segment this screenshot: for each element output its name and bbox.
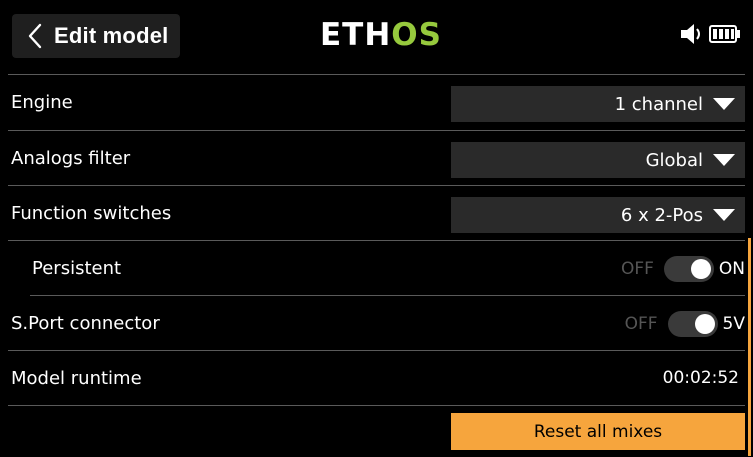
caret-down-icon xyxy=(713,209,735,221)
reset-all-mixes-button[interactable]: Reset all mixes xyxy=(451,413,745,450)
engine-dropdown[interactable]: 1 channel xyxy=(451,86,745,122)
caret-down-icon xyxy=(713,98,735,110)
divider xyxy=(8,405,745,406)
ethos-logo: ETHOS xyxy=(320,18,442,52)
sport-connector-label: S.Port connector xyxy=(11,313,160,334)
sport-connector-on-label: 5V xyxy=(722,313,745,334)
function-switches-dropdown[interactable]: 6 x 2-Pos xyxy=(451,197,745,233)
chevron-left-icon xyxy=(22,14,48,58)
persistent-on-label: ON xyxy=(718,258,745,279)
model-runtime-value[interactable]: 00:02:52 xyxy=(663,351,739,406)
battery-icon xyxy=(709,24,741,48)
header-bar: Edit model ETHOS xyxy=(0,0,753,72)
sport-connector-toggle[interactable]: OFF 5V xyxy=(625,296,745,351)
persistent-toggle[interactable]: OFF ON xyxy=(621,241,745,296)
analogs-filter-label: Analogs filter xyxy=(11,148,131,169)
persistent-off-label: OFF xyxy=(620,258,654,279)
scrollbar[interactable] xyxy=(748,238,751,456)
logo-primary-text: ETH xyxy=(320,17,392,53)
analogs-filter-row: Analogs filter Global xyxy=(0,131,753,186)
persistent-switch[interactable] xyxy=(663,255,714,282)
engine-row: Engine 1 channel xyxy=(0,75,753,130)
engine-value: 1 channel xyxy=(614,93,703,115)
function-switches-row: Function switches 6 x 2-Pos xyxy=(0,186,753,241)
engine-label: Engine xyxy=(11,92,73,113)
page-title: Edit model xyxy=(54,23,169,48)
analogs-filter-value: Global xyxy=(645,149,703,171)
persistent-label: Persistent xyxy=(32,258,122,279)
caret-down-icon xyxy=(713,154,735,166)
model-runtime-row: Model runtime 00:02:52 xyxy=(0,351,753,406)
model-runtime-label: Model runtime xyxy=(11,368,142,389)
logo-accent-text: OS xyxy=(391,17,442,53)
sport-connector-row: S.Port connector OFF 5V xyxy=(0,296,753,351)
function-switches-value: 6 x 2-Pos xyxy=(620,204,703,226)
switch-knob xyxy=(694,313,715,334)
status-icons xyxy=(679,22,741,50)
back-button[interactable]: Edit model xyxy=(12,14,180,58)
sport-connector-switch[interactable] xyxy=(667,310,718,337)
function-switches-label: Function switches xyxy=(11,203,172,224)
analogs-filter-dropdown[interactable]: Global xyxy=(451,142,745,178)
persistent-row: Persistent OFF ON xyxy=(0,241,753,296)
switch-knob xyxy=(690,258,711,279)
speaker-icon xyxy=(679,22,705,50)
sport-connector-off-label: OFF xyxy=(624,313,658,334)
